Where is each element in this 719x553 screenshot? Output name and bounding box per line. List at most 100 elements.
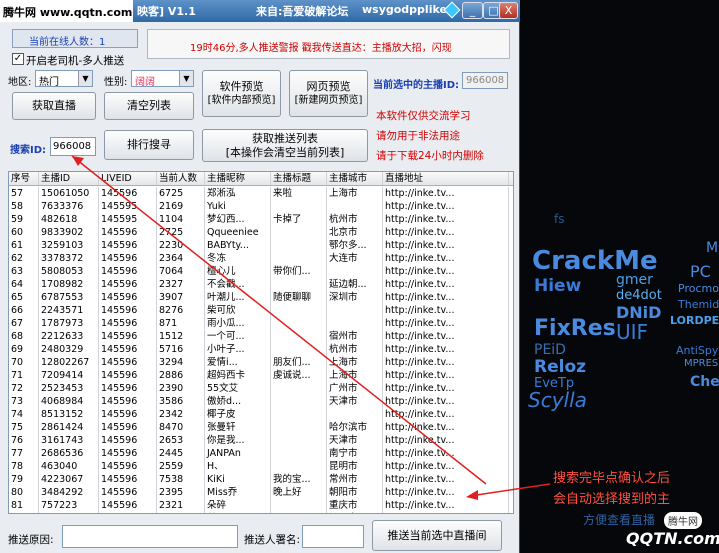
table-row[interactable]: 64 1708982 145596 2327 不会戳... 延边朝... http://in…: [9, 278, 513, 291]
table-cell: http://inke.tv...: [383, 330, 509, 343]
table-row[interactable]: 62 3378372 145596 2364 冬冻 大连市 http://inke.tv..…: [9, 252, 513, 265]
table-cell: 80: [9, 486, 39, 499]
rank-search-button[interactable]: 排行搜寻: [104, 130, 194, 160]
signer-input[interactable]: [302, 525, 364, 548]
table-row[interactable]: 79 4223067 145596 7538 KiKi 我的宝... 常州市 http://i…: [9, 473, 513, 486]
table-cell: 3259103: [39, 239, 99, 252]
notice-box[interactable]: 19时46分,多人推送警报 戳我传送直达：主播放大招，闪现: [147, 29, 510, 59]
table-row[interactable]: 65 6787553 145596 3907 叶潮儿... 随便聊聊 深圳市 http://i…: [9, 291, 513, 304]
column-header[interactable]: 序号: [9, 172, 39, 185]
table-row[interactable]: 63 5808053 145596 7064 檀心儿 带你们... http://inke.…: [9, 265, 513, 278]
selected-host-field[interactable]: 966008: [462, 72, 508, 89]
table-row[interactable]: 70 12802267 145596 3294 爱情i... 朋友们... 上海市 http:…: [9, 356, 513, 369]
table-cell: 2364: [157, 252, 205, 265]
online-count: 当前在线人数：1: [12, 29, 138, 48]
close-button[interactable]: X: [499, 2, 518, 19]
table-row[interactable]: 81 757223 145596 2321 朵碎 重庆市 http://inke.tv...: [9, 499, 513, 512]
gender-select[interactable]: 阔阔 ▼: [131, 70, 194, 88]
host-table[interactable]: 序号 主播ID LIVEID 当前人数 主播昵称 主播标题 主播城市 直播地址 57 15061…: [8, 171, 514, 514]
table-cell: 昆明市: [327, 460, 383, 473]
table-cell: 1530: [157, 512, 205, 513]
table-row[interactable]: 71 7209414 145596 2886 超妈西卡 虔诚说... 上海市 http://i…: [9, 369, 513, 382]
chevron-down-icon: ▼: [78, 71, 92, 86]
software-preview-label: 软件预览: [219, 79, 264, 93]
table-cell: 7064: [157, 265, 205, 278]
table-cell: 一个可...: [205, 330, 271, 343]
table-cell: http://inke.tv...: [383, 447, 509, 460]
table-cell: 145596: [99, 187, 157, 200]
table-row[interactable]: 59 482618 145595 1104 梦幻西... 卡掉了 杭州市 http://ink…: [9, 213, 513, 226]
table-cell: 晚上好: [271, 486, 327, 499]
minimize-button[interactable]: _: [462, 2, 483, 19]
table-cell: 3907: [157, 291, 205, 304]
table-cell: 65: [9, 291, 39, 304]
table-cell: 5808053: [39, 265, 99, 278]
column-header[interactable]: 主播ID: [39, 172, 99, 185]
table-row[interactable]: 8224255581455961530丝 * 温州市http://inke.tv.…: [9, 512, 513, 513]
table-cell: http://inke.tv...: [383, 369, 509, 382]
table-row[interactable]: 58 7633376 145595 2169 Yuki http://inke.tv...: [9, 200, 513, 213]
table-row[interactable]: 67 1787973 145596 871 雨小瓜... http://inke.tv..…: [9, 317, 513, 330]
table-row[interactable]: 69 2480329 145596 5716 小叶子... 杭州市 http://inke.…: [9, 343, 513, 356]
column-header[interactable]: 主播标题: [271, 172, 327, 185]
table-cell: 你是我...: [205, 434, 271, 447]
get-live-button[interactable]: 获取直播: [12, 92, 96, 120]
software-preview-button[interactable]: 软件预览 [软件内部预览]: [202, 70, 281, 117]
table-cell: 145596: [99, 265, 157, 278]
table-cell: 64: [9, 278, 39, 291]
bg-word: Procmo: [678, 282, 719, 295]
table-cell: 58: [9, 200, 39, 213]
table-row[interactable]: 78 463040 145596 2559 H、 昆明市 http://inke.tv...: [9, 460, 513, 473]
column-header[interactable]: LIVEID: [99, 172, 157, 185]
table-row[interactable]: 80 3484292 145596 2395 Miss乔 晚上好 朝阳市 http://ink…: [9, 486, 513, 499]
table-cell: 2686536: [39, 447, 99, 460]
table-cell: 3161743: [39, 434, 99, 447]
bg-word: Scylla: [528, 388, 587, 412]
fetch-push-list-button[interactable]: 获取推送列表 [本操作会清空当前列表]: [202, 129, 368, 162]
table-row[interactable]: 76 3161743 145596 2653 你是我... 天津市 http://inke.…: [9, 434, 513, 447]
driver-checkbox[interactable]: ✓: [12, 53, 24, 65]
column-header[interactable]: 直播地址: [383, 172, 509, 185]
table-row[interactable]: 72 2523453 145596 2390 55文艾 广州市 http://inke.tv…: [9, 382, 513, 395]
table-cell: [271, 408, 327, 421]
table-cell: 常州市: [327, 473, 383, 486]
annotation-text: 搜索完毕点确认之后 会自动选择搜到的主 方便查看直播: [553, 468, 670, 531]
table-row[interactable]: 77 2686536 145596 2445 JANPAn 南宁市 http://inke.…: [9, 447, 513, 460]
region-select[interactable]: 热门 ▼: [35, 70, 93, 88]
table-cell: 77: [9, 447, 39, 460]
table-row[interactable]: 74 8513152 145596 2342 椰子皮 http://inke.tv...: [9, 408, 513, 421]
table-cell: 丝 *: [205, 512, 271, 513]
web-preview-button[interactable]: 网页预览 [新建网页预览]: [289, 70, 368, 117]
disclaimer-2: 请勿用于非法用途: [376, 130, 460, 142]
table-cell: 145595: [99, 213, 157, 226]
table-cell: 叶潮儿...: [205, 291, 271, 304]
table-row[interactable]: 60 9833902 145596 2725 Qqueeniee 北京市 http://in…: [9, 226, 513, 239]
clear-list-button[interactable]: 清空列表: [104, 92, 194, 120]
search-input[interactable]: 966008: [50, 137, 96, 156]
table-header: 序号 主播ID LIVEID 当前人数 主播昵称 主播标题 主播城市 直播地址: [9, 172, 513, 186]
table-row[interactable]: 61 3259103 145596 2230 BABYty... 鄂尔多... http:/…: [9, 239, 513, 252]
table-row[interactable]: 68 2212633 145596 1512 一个可... 宿州市 http://inke.…: [9, 330, 513, 343]
table-cell: 145596: [99, 408, 157, 421]
push-selected-button[interactable]: 推送当前选中直播间: [372, 520, 502, 551]
table-cell: [271, 226, 327, 239]
table-cell: 2523453: [39, 382, 99, 395]
table-row[interactable]: 73 4068984 145596 3586 傲娇d... 天津市 http://inke.…: [9, 395, 513, 408]
table-cell: 8276: [157, 304, 205, 317]
column-header[interactable]: 主播昵称: [205, 172, 271, 185]
bg-word: FixRes: [534, 316, 616, 341]
table-row[interactable]: 75 2861424 145596 8470 张曼轩 哈尔滨市 http://inke.tv…: [9, 421, 513, 434]
table-cell: 12802267: [39, 356, 99, 369]
table-cell: 5716: [157, 343, 205, 356]
table-cell: [327, 304, 383, 317]
reason-input[interactable]: [62, 525, 238, 548]
table-cell: [271, 317, 327, 330]
bg-word: UIF: [616, 320, 649, 344]
reason-label: 推送原因:: [8, 534, 54, 546]
column-header[interactable]: 当前人数: [157, 172, 205, 185]
column-header[interactable]: 主播城市: [327, 172, 383, 185]
table-row[interactable]: 57 15061050 145596 6725 郑淅泓 来啦 上海市 http://inke.…: [9, 187, 513, 200]
chevron-down-icon: ▼: [179, 71, 193, 86]
table-row[interactable]: 66 2243571 145596 8276 柴可欣 http://inke.tv...: [9, 304, 513, 317]
table-cell: 145595: [99, 200, 157, 213]
